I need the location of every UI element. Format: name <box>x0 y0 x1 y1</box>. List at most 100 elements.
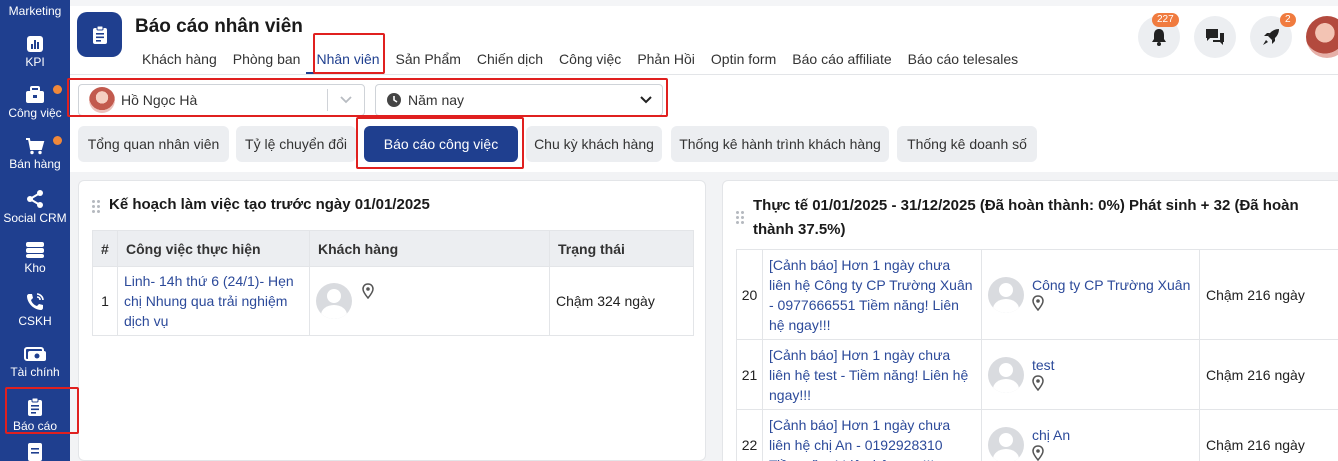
plan-panel: Kế hoạch làm việc tạo trước ngày 01/01/2… <box>78 180 706 461</box>
column-header: # <box>92 230 118 267</box>
sidebar-item-label: Marketing <box>8 4 62 18</box>
subtab-ty-le-chuyen-doi[interactable]: Tỷ lệ chuyển đổi <box>236 126 356 162</box>
subtab-chu-ky-khach-hang[interactable]: Chu kỳ khách hàng <box>526 126 662 162</box>
sidebar-item-label: Công việc <box>8 106 62 120</box>
subtab-hanh-trinh-khach-hang[interactable]: Thống kê hành trình khách hàng <box>671 126 889 162</box>
task-link[interactable]: Linh- 14h thứ 6 (24/1)- Hẹn chị Nhung qu… <box>124 273 294 329</box>
status-cell: Chậm 216 ngày <box>1199 409 1338 461</box>
top-border <box>70 0 1338 6</box>
sidebar-item-label: Báo cáo <box>12 419 58 433</box>
tab-bao-cao-telesales[interactable]: Báo cáo telesales <box>900 48 1027 72</box>
customer-cell: Công ty CP Trường Xuân <box>981 249 1200 340</box>
sidebar-item-label: Kho <box>24 261 46 275</box>
sidebar-item-label: Social CRM <box>3 211 67 225</box>
customer-link[interactable]: test <box>1032 355 1055 375</box>
sidebar-item-label: CSKH <box>18 314 52 328</box>
sidebar-item-kho[interactable]: Kho <box>0 241 70 275</box>
status-cell: Chậm 324 ngày <box>549 266 694 336</box>
sidebar-item-more[interactable] <box>0 443 70 461</box>
plan-panel-title: Kế hoạch làm việc tạo trước ngày 01/01/2… <box>109 196 430 213</box>
period-select[interactable]: Năm nay <box>375 84 663 116</box>
clipboard-icon <box>28 397 42 416</box>
task-link[interactable]: [Cảnh báo] Hơn 1 ngày chưa liên hệ chị A… <box>769 417 950 461</box>
subtab-bao-cao-cong-viec[interactable]: Báo cáo công việc <box>364 126 518 162</box>
sidebar-item-bao-cao[interactable]: Báo cáo <box>0 397 70 433</box>
period-select-value: Năm nay <box>408 92 465 108</box>
task-link[interactable]: [Cảnh báo] Hơn 1 ngày chưa liên hệ Công … <box>769 257 973 333</box>
tab-san-pham[interactable]: Sản Phẩm <box>388 48 469 72</box>
task-link[interactable]: [Cảnh báo] Hơn 1 ngày chưa liên hệ test … <box>769 347 968 403</box>
sidebar-item-label: Tài chính <box>10 365 60 379</box>
customer-link[interactable]: Công ty CP Trường Xuân <box>1032 275 1190 295</box>
bell-icon <box>1152 29 1166 46</box>
customer-avatar <box>988 426 1024 461</box>
status-cell: Chậm 216 ngày <box>1199 339 1338 410</box>
sidebar-item-cskh[interactable]: CSKH <box>0 292 70 328</box>
document-icon <box>28 443 42 461</box>
page-title: Báo cáo nhân viên <box>135 16 303 37</box>
tab-nhan-vien[interactable]: Nhân viên <box>308 48 387 72</box>
actual-panel: Thực tế 01/01/2025 - 31/12/2025 (Đã hoàn… <box>722 180 1338 461</box>
customer-cell: chị An <box>981 409 1200 461</box>
notification-dot <box>53 136 62 145</box>
customer-avatar <box>988 356 1024 393</box>
phone-icon <box>27 293 44 310</box>
row-number: 20 <box>736 249 763 340</box>
subtab-tong-quan[interactable]: Tổng quan nhân viên <box>78 126 229 162</box>
subtab-thong-ke-doanh-so[interactable]: Thống kê doanh số <box>897 126 1037 162</box>
rocket-icon <box>1263 29 1279 45</box>
notification-dot <box>53 85 62 94</box>
customer-avatar <box>988 276 1024 313</box>
chevron-down-icon <box>640 96 652 104</box>
status-cell: Chậm 216 ngày <box>1199 249 1338 340</box>
report-app-icon <box>77 12 122 57</box>
location-pin-icon[interactable] <box>362 283 374 300</box>
chat-icon <box>1206 29 1224 45</box>
actual-panel-title: Thực tế 01/01/2025 - 31/12/2025 (Đã hoàn… <box>753 197 1299 238</box>
cart-icon <box>26 138 45 155</box>
actual-table: 20 [Cảnh báo] Hơn 1 ngày chưa liên hệ Cô… <box>736 249 1338 461</box>
drag-handle-icon[interactable] <box>736 211 746 225</box>
drag-handle-icon[interactable] <box>92 200 102 214</box>
table-row: 20 [Cảnh báo] Hơn 1 ngày chưa liên hệ Cô… <box>736 249 1338 340</box>
customer-link[interactable]: chị An <box>1032 425 1070 445</box>
tab-khach-hang[interactable]: Khách hàng <box>134 48 225 72</box>
tab-bao-cao-affiliate[interactable]: Báo cáo affiliate <box>784 48 899 72</box>
tab-cong-viec[interactable]: Công việc <box>551 48 629 72</box>
sidebar: Marketing KPI Công việc Bán hàng Social … <box>0 0 70 461</box>
briefcase-icon <box>26 86 44 103</box>
report-tabs: Khách hàng Phòng ban Nhân viên Sản Phẩm … <box>134 48 1026 72</box>
sidebar-item-marketing[interactable]: Marketing <box>0 4 70 18</box>
share-icon <box>27 190 43 208</box>
tab-optin-form[interactable]: Optin form <box>703 48 784 72</box>
sidebar-item-kpi[interactable]: KPI <box>0 35 70 69</box>
sidebar-item-tai-chinh[interactable]: Tài chính <box>0 345 70 379</box>
notifications-badge: 227 <box>1152 13 1179 27</box>
tab-phong-ban[interactable]: Phòng ban <box>225 48 309 72</box>
location-pin-icon[interactable] <box>1032 295 1044 312</box>
chevron-down-icon <box>340 96 352 104</box>
tab-phan-hoi[interactable]: Phản Hồi <box>629 48 703 72</box>
row-number: 1 <box>92 266 118 336</box>
location-pin-icon[interactable] <box>1032 445 1044 461</box>
money-icon <box>24 347 46 361</box>
employee-select[interactable]: Hồ Ngọc Hà <box>78 84 365 116</box>
clock-icon <box>387 93 401 107</box>
employee-select-value: Hồ Ngọc Hà <box>121 92 198 108</box>
clipboard-icon <box>92 25 107 44</box>
tab-chien-dich[interactable]: Chiến dịch <box>469 48 551 72</box>
sidebar-item-label: Bán hàng <box>9 157 61 171</box>
table-header-row: # Công việc thực hiện Khách hàng Trạng t… <box>92 230 694 267</box>
location-pin-icon[interactable] <box>1032 375 1044 392</box>
table-row: 1 Linh- 14h thứ 6 (24/1)- Hẹn chị Nhung … <box>92 266 694 336</box>
sidebar-item-social-crm[interactable]: Social CRM <box>0 189 70 225</box>
header-divider <box>70 74 1338 75</box>
warehouse-icon <box>26 242 44 258</box>
user-avatar[interactable] <box>1306 16 1338 58</box>
employee-avatar <box>89 87 115 113</box>
column-header: Công việc thực hiện <box>117 230 310 267</box>
messages-button[interactable] <box>1194 16 1236 58</box>
column-header: Trạng thái <box>549 230 694 267</box>
table-row: 21 [Cảnh báo] Hơn 1 ngày chưa liên hệ te… <box>736 339 1338 410</box>
sidebar-item-label: KPI <box>25 55 45 69</box>
